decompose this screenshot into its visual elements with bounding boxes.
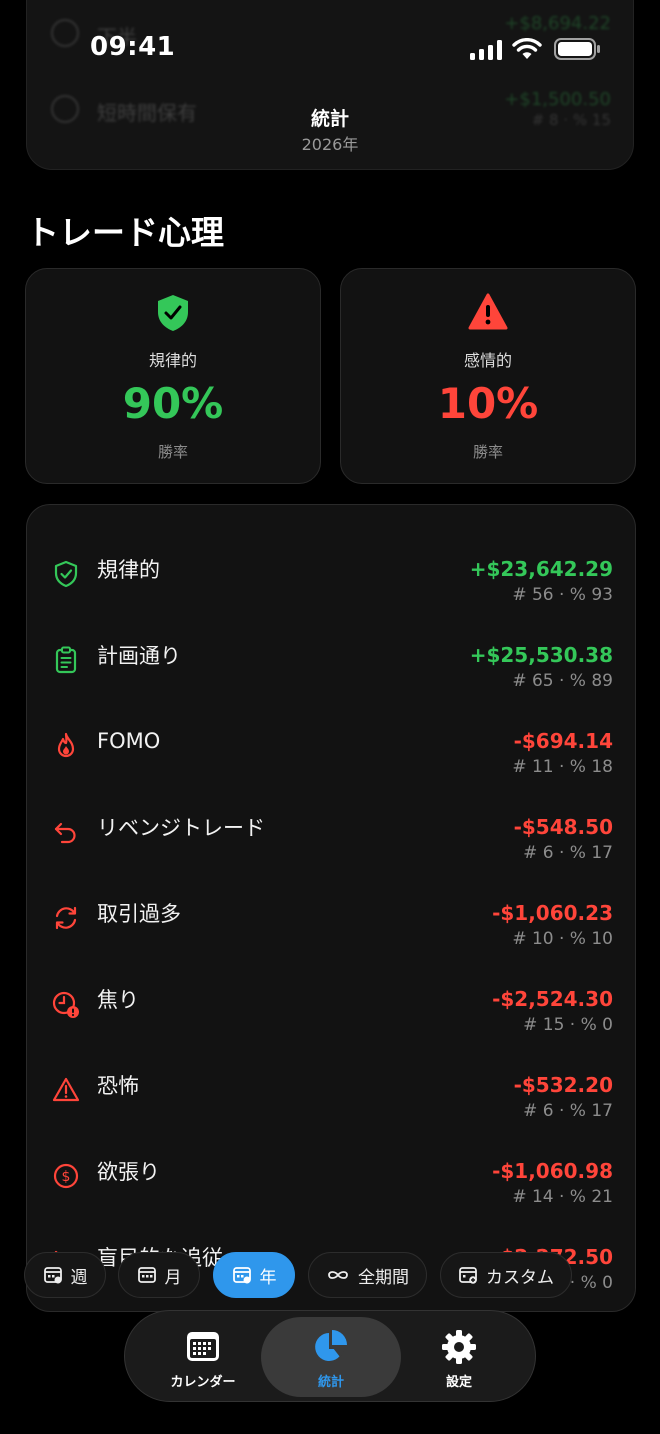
shield-check-icon	[158, 295, 188, 331]
row-amount: -$2,524.30	[492, 987, 613, 1011]
tab-calendar[interactable]: カレンダー	[133, 1317, 273, 1397]
summary-sub: 勝率	[157, 443, 188, 461]
row-meta: # 56 · % 93	[512, 585, 613, 605]
clipboard-icon	[55, 646, 77, 674]
row-meta: # 6 · % 17	[523, 1101, 613, 1121]
tab-settings[interactable]: 設定	[389, 1317, 529, 1397]
row-meta: # 14 · % 21	[512, 1187, 613, 1207]
list-item[interactable]: 取引過多 -$1,060.23 # 10 · % 10	[27, 867, 635, 953]
calendar-icon	[137, 1267, 156, 1283]
filter-week[interactable]: 週	[24, 1252, 106, 1298]
list-item[interactable]: 計画通り +$25,530.38 # 65 · % 89	[27, 609, 635, 695]
filter-label: 年	[259, 1267, 277, 1288]
cellular-signal-icon	[470, 40, 502, 60]
list-item[interactable]: 恐怖 -$532.20 # 6 · % 17	[27, 1039, 635, 1125]
row-label: 規律的	[97, 558, 160, 582]
tab-label: 設定	[445, 1375, 472, 1390]
page-subtitle: 2026年	[301, 135, 359, 154]
row-label: 焦り	[97, 988, 139, 1012]
row-amount: -$1,060.23	[492, 901, 613, 925]
clock-alert-icon	[52, 991, 79, 1018]
dollar-circle-icon: $	[53, 1163, 79, 1189]
row-meta: # 11 · % 18	[512, 757, 613, 777]
tab-label: 統計	[317, 1375, 344, 1390]
filter-month[interactable]: 月	[118, 1252, 200, 1298]
row-amount: -$694.14	[513, 729, 613, 753]
page-title: 統計	[310, 108, 349, 130]
row-meta: # 65 · % 89	[512, 671, 613, 691]
svg-text:$: $	[62, 1169, 71, 1185]
list-item[interactable]: FOMO -$694.14 # 11 · % 18	[27, 695, 635, 781]
row-meta: # 10 · % 10	[512, 929, 613, 949]
summary-percent: 90%	[122, 379, 224, 428]
filter-custom[interactable]: カスタム	[440, 1252, 572, 1298]
row-meta: # 6 · % 17	[523, 843, 613, 863]
row-amount: +$25,530.38	[469, 643, 613, 667]
emotional-summary-card[interactable]: 感情的 10% 勝率	[340, 268, 636, 484]
list-item[interactable]: $ 欲張り -$1,060.98 # 14 · % 21	[27, 1125, 635, 1211]
row-amount: +$23,642.29	[469, 557, 613, 581]
tab-statistics[interactable]: 統計	[261, 1317, 401, 1397]
flame-icon	[57, 732, 75, 758]
filter-label: 月	[164, 1267, 182, 1288]
section-title: トレード心理	[26, 213, 224, 252]
row-label: 欲張り	[97, 1160, 160, 1184]
summary-label: 規律的	[148, 351, 197, 370]
summary-sub: 勝率	[472, 443, 503, 461]
summary-percent: 10%	[437, 379, 539, 428]
row-label: FOMO	[97, 729, 161, 753]
calendar-week-icon	[43, 1267, 62, 1284]
shield-check-icon	[54, 560, 78, 588]
gear-icon	[442, 1330, 476, 1364]
row-label: 取引過多	[97, 902, 181, 926]
calendar-plus-icon	[459, 1267, 477, 1284]
row-amount: -$1,060.98	[492, 1159, 613, 1183]
row-label: 恐怖	[97, 1074, 139, 1098]
tab-bar: カレンダー 統計 設定	[124, 1310, 536, 1402]
filter-label: 週	[70, 1267, 88, 1288]
wifi-icon	[512, 38, 542, 59]
row-meta: # 15 · % 0	[523, 1015, 613, 1035]
psychology-list: 規律的 +$23,642.29 # 56 · % 93 計画通り +$25,53…	[26, 504, 636, 1312]
undo-arrow-icon	[54, 822, 76, 844]
list-item[interactable]: 焦り -$2,524.30 # 15 · % 0	[27, 953, 635, 1039]
list-item[interactable]: リベンジトレード -$548.50 # 6 · % 17	[27, 781, 635, 867]
filter-all-time[interactable]: 全期間	[308, 1252, 427, 1298]
calendar-check-icon	[232, 1267, 251, 1284]
pie-chart-icon	[315, 1330, 347, 1361]
filter-label: カスタム	[486, 1267, 554, 1288]
summary-label: 感情的	[463, 351, 512, 370]
infinity-icon	[328, 1271, 348, 1279]
row-label: 計画通り	[97, 644, 181, 668]
status-time: 09:41	[90, 32, 176, 62]
warning-triangle-icon	[468, 293, 508, 330]
disciplined-summary-card[interactable]: 規律的 90% 勝率	[25, 268, 321, 484]
row-label: リベンジトレード	[97, 816, 265, 840]
row-amount: -$548.50	[513, 815, 613, 839]
calendar-icon	[187, 1332, 219, 1361]
warning-triangle-icon	[52, 1077, 80, 1102]
list-item[interactable]: 規律的 +$23,642.29 # 56 · % 93	[27, 523, 635, 609]
battery-icon	[554, 38, 600, 60]
cycle-arrows-icon	[55, 906, 77, 930]
row-amount: -$532.20	[513, 1073, 613, 1097]
tab-label: カレンダー	[170, 1375, 236, 1390]
status-bar: 09:41	[0, 0, 660, 96]
filter-year[interactable]: 年	[213, 1252, 295, 1298]
filter-label: 全期間	[358, 1267, 409, 1288]
